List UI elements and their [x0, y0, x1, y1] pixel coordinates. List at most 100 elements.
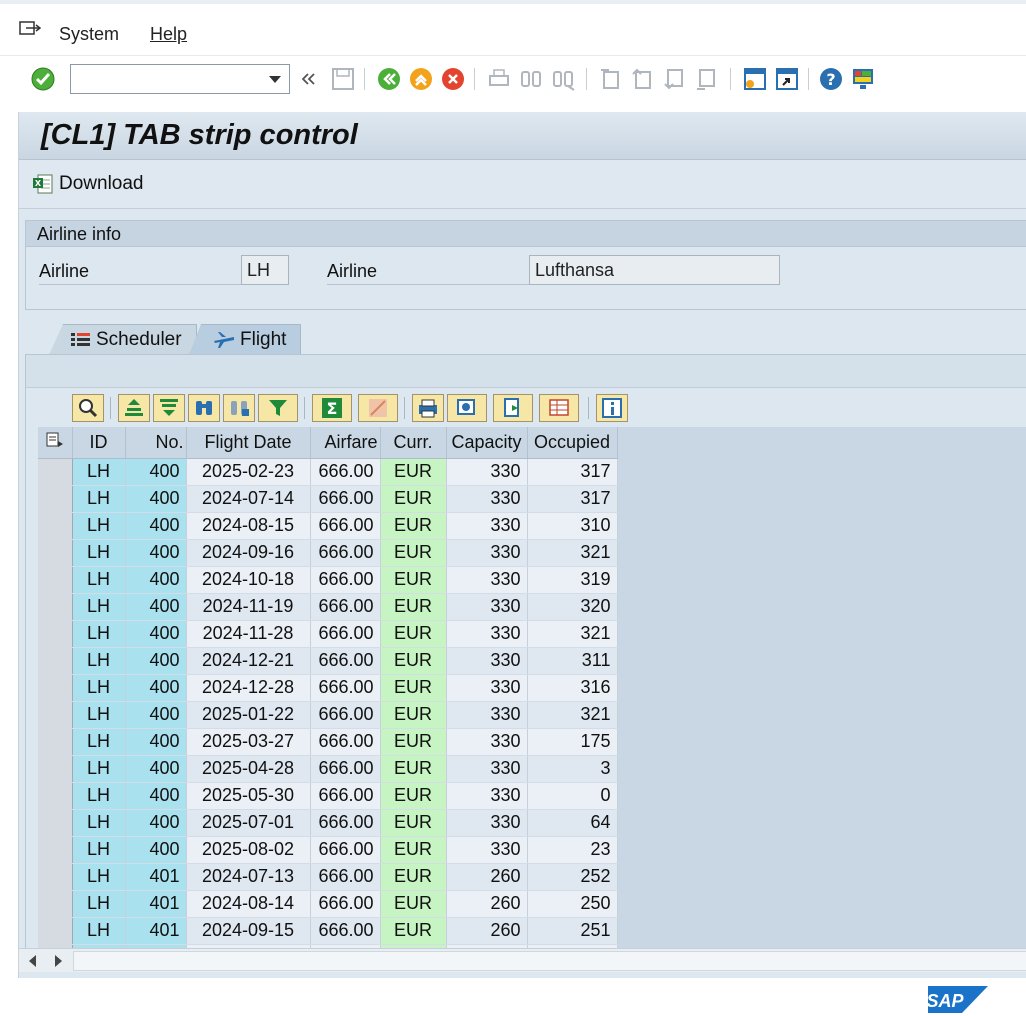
table-row[interactable]: LH 400 2024-07-14 666.00 EUR 330 317 [38, 485, 618, 513]
cell-airfare[interactable]: 666.00 [310, 782, 381, 810]
table-row[interactable]: LH 400 2025-08-02 666.00 EUR 330 23 [38, 836, 618, 864]
table-row[interactable]: LH 400 2024-08-15 666.00 EUR 330 310 [38, 512, 618, 540]
cell-occupied[interactable]: 317 [527, 485, 618, 513]
cell-capacity[interactable]: 260 [446, 863, 528, 891]
cell-id[interactable]: LH [72, 836, 126, 864]
table-row[interactable]: LH 400 2025-07-01 666.00 EUR 330 64 [38, 809, 618, 837]
cell-occupied[interactable]: 321 [527, 620, 618, 648]
views-button[interactable] [447, 394, 487, 422]
cell-airfare[interactable]: 666.00 [310, 890, 381, 918]
cell-flight-date[interactable]: 2025-03-27 [186, 728, 311, 756]
row-selector[interactable] [38, 917, 73, 945]
table-row[interactable]: LH 400 2024-10-18 666.00 EUR 330 319 [38, 566, 618, 594]
cell-airfare[interactable]: 666.00 [310, 728, 381, 756]
download-button[interactable]: X Download [31, 171, 144, 197]
cell-airfare[interactable]: 666.00 [310, 755, 381, 783]
tab-flight[interactable]: Flight [189, 324, 301, 355]
cell-no[interactable]: 400 [125, 728, 187, 756]
cell-no[interactable]: 400 [125, 782, 187, 810]
row-selector[interactable] [38, 755, 73, 783]
cell-currency[interactable]: EUR [380, 917, 447, 945]
table-row[interactable]: LH 401 2024-09-15 666.00 EUR 260 251 [38, 917, 618, 945]
cell-id[interactable]: LH [72, 782, 126, 810]
cell-no[interactable]: 401 [125, 890, 187, 918]
cell-flight-date[interactable]: 2024-09-15 [186, 917, 311, 945]
cell-capacity[interactable]: 330 [446, 782, 528, 810]
command-field[interactable] [70, 64, 290, 94]
cell-occupied[interactable]: 252 [527, 863, 618, 891]
cell-airfare[interactable]: 666.00 [310, 566, 381, 594]
details-button[interactable] [72, 394, 104, 422]
column-header-airfare[interactable]: Airfare [310, 427, 381, 459]
cell-currency[interactable]: EUR [380, 782, 447, 810]
cell-id[interactable]: LH [72, 620, 126, 648]
cell-occupied[interactable]: 64 [527, 809, 618, 837]
row-selector[interactable] [38, 458, 73, 486]
cell-occupied[interactable]: 3 [527, 755, 618, 783]
cell-airfare[interactable]: 666.00 [310, 647, 381, 675]
cell-flight-date[interactable]: 2025-07-01 [186, 809, 311, 837]
cell-airfare[interactable]: 666.00 [310, 701, 381, 729]
airline-name-field[interactable]: Lufthansa [529, 255, 780, 285]
cell-currency[interactable]: EUR [380, 890, 447, 918]
table-row[interactable]: LH 401 2024-08-14 666.00 EUR 260 250 [38, 890, 618, 918]
row-selector[interactable] [38, 890, 73, 918]
cell-currency[interactable]: EUR [380, 593, 447, 621]
cell-no[interactable]: 400 [125, 458, 187, 486]
cell-capacity[interactable]: 330 [446, 647, 528, 675]
cell-airfare[interactable]: 666.00 [310, 512, 381, 540]
cell-capacity[interactable]: 330 [446, 539, 528, 567]
cell-flight-date[interactable]: 2024-07-13 [186, 863, 311, 891]
row-selector[interactable] [38, 593, 73, 621]
column-header-currency[interactable]: Curr. [380, 427, 447, 459]
cell-occupied[interactable]: 320 [527, 593, 618, 621]
cell-currency[interactable]: EUR [380, 647, 447, 675]
cell-capacity[interactable]: 330 [446, 566, 528, 594]
cell-no[interactable]: 400 [125, 674, 187, 702]
row-selector[interactable] [38, 674, 73, 702]
cell-occupied[interactable]: 321 [527, 539, 618, 567]
row-selector[interactable] [38, 566, 73, 594]
cell-airfare[interactable]: 666.00 [310, 539, 381, 567]
cell-no[interactable]: 401 [125, 917, 187, 945]
sum-button[interactable]: Σ [312, 394, 352, 422]
cell-airfare[interactable]: 666.00 [310, 836, 381, 864]
cell-flight-date[interactable]: 2024-07-14 [186, 485, 311, 513]
row-selector[interactable] [38, 485, 73, 513]
customize-layout-icon[interactable] [850, 66, 876, 92]
cell-airfare[interactable]: 666.00 [310, 863, 381, 891]
cell-flight-date[interactable]: 2025-02-23 [186, 458, 311, 486]
cell-currency[interactable]: EUR [380, 485, 447, 513]
cell-id[interactable]: LH [72, 809, 126, 837]
cell-occupied[interactable]: 310 [527, 512, 618, 540]
cell-id[interactable]: LH [72, 566, 126, 594]
cell-id[interactable]: LH [72, 890, 126, 918]
sort-ascending-button[interactable] [118, 394, 150, 422]
cell-airfare[interactable]: 666.00 [310, 485, 381, 513]
cell-flight-date[interactable]: 2024-09-16 [186, 539, 311, 567]
cell-currency[interactable]: EUR [380, 539, 447, 567]
cell-no[interactable]: 400 [125, 566, 187, 594]
cell-currency[interactable]: EUR [380, 728, 447, 756]
table-row[interactable]: LH 400 2025-05-30 666.00 EUR 330 0 [38, 782, 618, 810]
cell-no[interactable]: 400 [125, 701, 187, 729]
cell-airfare[interactable]: 666.00 [310, 674, 381, 702]
cell-id[interactable]: LH [72, 512, 126, 540]
layout-button[interactable] [539, 394, 579, 422]
cell-currency[interactable]: EUR [380, 836, 447, 864]
table-row[interactable]: LH 400 2024-11-28 666.00 EUR 330 321 [38, 620, 618, 648]
back-icon[interactable] [376, 66, 402, 92]
table-row[interactable]: LH 400 2025-01-22 666.00 EUR 330 321 [38, 701, 618, 729]
cell-capacity[interactable]: 330 [446, 674, 528, 702]
row-selector[interactable] [38, 863, 73, 891]
cell-capacity[interactable]: 330 [446, 701, 528, 729]
cell-id[interactable]: LH [72, 458, 126, 486]
cell-capacity[interactable]: 330 [446, 458, 528, 486]
cell-occupied[interactable]: 321 [527, 701, 618, 729]
horizontal-scrollbar[interactable] [19, 948, 1026, 972]
row-selector[interactable] [38, 836, 73, 864]
column-header-no[interactable]: No. [125, 427, 187, 459]
table-row[interactable]: LH 400 2025-03-27 666.00 EUR 330 175 [38, 728, 618, 756]
cell-currency[interactable]: EUR [380, 701, 447, 729]
cell-currency[interactable]: EUR [380, 512, 447, 540]
